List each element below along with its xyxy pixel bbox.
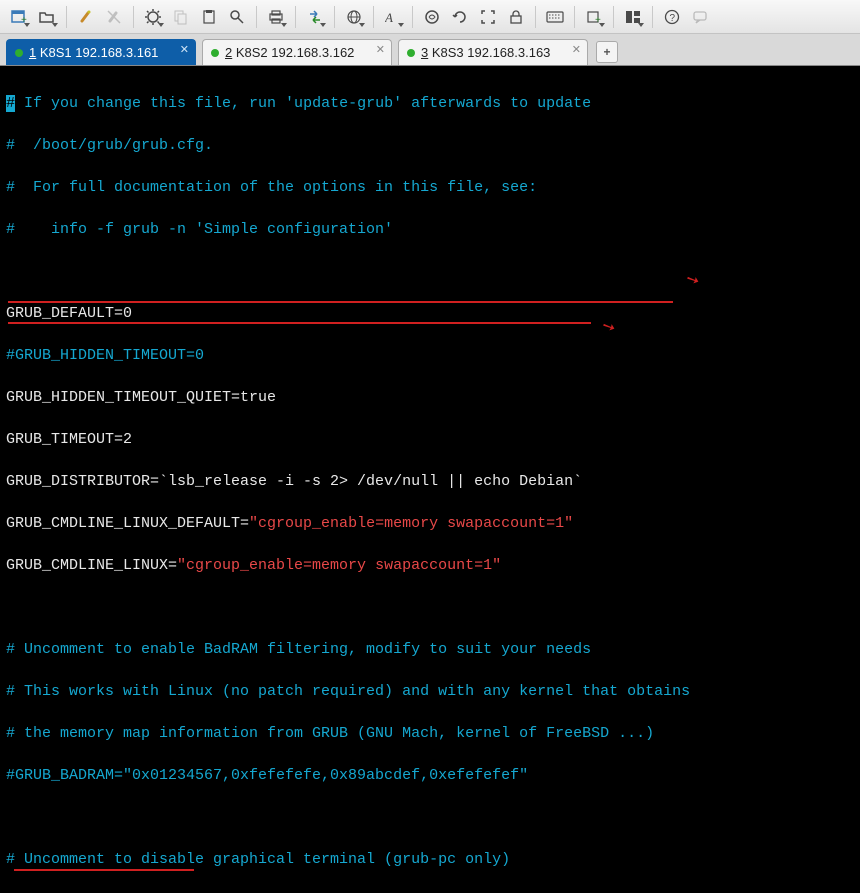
keyboard-icon[interactable]: [542, 4, 568, 30]
help-icon[interactable]: ?: [659, 4, 685, 30]
fullscreen-icon[interactable]: [475, 4, 501, 30]
annotation-underline: [14, 869, 194, 871]
blank-line: [0, 597, 860, 618]
annotation-underline: [8, 322, 591, 324]
config-line: GRUB_CMDLINE_LINUX="cgroup_enable=memory…: [0, 555, 860, 576]
main-toolbar: + A: [0, 0, 860, 34]
comment-line: # /boot/grub/grub.cfg.: [0, 135, 860, 156]
toolbar-separator: [652, 6, 653, 28]
tab-session-2[interactable]: 2 K8S2 192.168.3.162 ✕: [202, 39, 392, 65]
toolbar-separator: [295, 6, 296, 28]
tab-close-icon[interactable]: ✕: [572, 45, 581, 56]
copy-icon[interactable]: [168, 4, 194, 30]
status-dot-icon: [407, 49, 415, 57]
config-line: GRUB_DEFAULT=0: [0, 303, 860, 324]
svg-text:A: A: [385, 10, 393, 24]
tab-close-icon[interactable]: ✕: [376, 45, 385, 56]
tab-close-icon[interactable]: ✕: [180, 45, 189, 56]
tab-session-1[interactable]: 1 K8S1 192.168.3.161 ✕: [6, 39, 196, 65]
tab-session-3[interactable]: 3 K8S3 192.168.3.163 ✕: [398, 39, 588, 65]
tab-index: 3: [421, 45, 428, 60]
disconnect-icon[interactable]: [101, 4, 127, 30]
chat-icon[interactable]: [687, 4, 713, 30]
comment-line: # This works with Linux (no patch requir…: [0, 681, 860, 702]
new-tab-button[interactable]: +: [596, 41, 618, 63]
config-line: GRUB_TIMEOUT=2: [0, 429, 860, 450]
comment-line: # For full documentation of the options …: [0, 177, 860, 198]
annotation-underline: [8, 301, 673, 303]
status-dot-icon: [15, 49, 23, 57]
layout-icon[interactable]: [620, 4, 646, 30]
tab-label: K8S3 192.168.3.163: [432, 45, 551, 60]
properties-icon[interactable]: [140, 4, 166, 30]
globe-icon[interactable]: [341, 4, 367, 30]
script-icon[interactable]: [419, 4, 445, 30]
comment-line: # Uncomment to enable BadRAM filtering, …: [0, 639, 860, 660]
tab-label: K8S1 192.168.3.161: [40, 45, 159, 60]
blank-line: [0, 807, 860, 828]
comment-line: # info -f grub -n 'Simple configuration': [0, 219, 860, 240]
terminal-output[interactable]: # If you change this file, run 'update-g…: [0, 66, 860, 893]
tab-label: K8S2 192.168.3.162: [236, 45, 355, 60]
transfer-icon[interactable]: [302, 4, 328, 30]
config-line: GRUB_DISTRIBUTOR=`lsb_release -i -s 2> /…: [0, 471, 860, 492]
toolbar-separator: [256, 6, 257, 28]
toolbar-separator: [535, 6, 536, 28]
toolbar-separator: [412, 6, 413, 28]
loop-icon[interactable]: [447, 4, 473, 30]
cursor: #: [6, 95, 15, 112]
toolbar-separator: [574, 6, 575, 28]
comment-line: # Uncomment to disable graphical termina…: [0, 849, 860, 870]
comment-line: #GRUB_HIDDEN_TIMEOUT=0: [0, 345, 860, 366]
toolbar-separator: [613, 6, 614, 28]
toolbar-separator: [373, 6, 374, 28]
find-icon[interactable]: [224, 4, 250, 30]
config-line: GRUB_HIDDEN_TIMEOUT_QUIET=true: [0, 387, 860, 408]
toolbar-separator: [133, 6, 134, 28]
new-session-icon[interactable]: +: [6, 4, 32, 30]
add-tab-icon[interactable]: +: [581, 4, 607, 30]
print-icon[interactable]: [263, 4, 289, 30]
config-line: GRUB_CMDLINE_LINUX_DEFAULT="cgroup_enabl…: [0, 513, 860, 534]
open-icon[interactable]: [34, 4, 60, 30]
status-dot-icon: [211, 49, 219, 57]
comment-line: # the memory map information from GRUB (…: [0, 723, 860, 744]
toolbar-separator: [334, 6, 335, 28]
svg-text:?: ?: [670, 13, 676, 24]
lock-icon[interactable]: [503, 4, 529, 30]
toolbar-separator: [66, 6, 67, 28]
tab-index: 2: [225, 45, 232, 60]
blank-line: [0, 261, 860, 282]
reconnect-icon[interactable]: [73, 4, 99, 30]
paste-icon[interactable]: [196, 4, 222, 30]
tab-index: 1: [29, 45, 36, 60]
font-icon[interactable]: A: [380, 4, 406, 30]
comment-line: If you change this file, run 'update-gru…: [15, 95, 591, 112]
session-tab-bar: 1 K8S1 192.168.3.161 ✕ 2 K8S2 192.168.3.…: [0, 34, 860, 66]
comment-line: #GRUB_BADRAM="0x01234567,0xfefefefe,0x89…: [0, 765, 860, 786]
